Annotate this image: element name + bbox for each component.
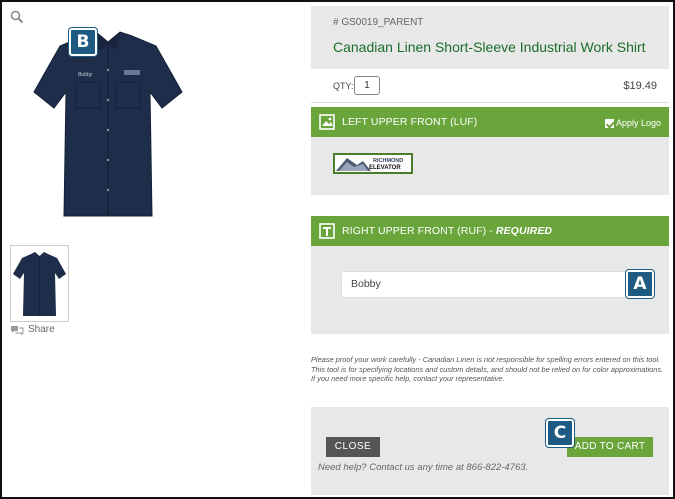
- proof-disclaimer: Please proof your work carefully - Canad…: [311, 355, 664, 383]
- luf-section: LEFT UPPER FRONT (LUF) Apply Logo: [311, 107, 669, 195]
- product-title: Canadian Linen Short-Sleeve Industrial W…: [333, 39, 646, 55]
- svg-text:ELEVATOR: ELEVATOR: [369, 165, 401, 171]
- svg-text:Bobby: Bobby: [78, 72, 93, 78]
- apply-logo-label: Apply Logo: [615, 118, 661, 128]
- company-logo-image: RICHMOND ELEVATOR: [335, 155, 411, 172]
- checkbox-checked-icon: [604, 118, 614, 128]
- ruf-header: RIGHT UPPER FRONT (RUF) - REQUIRED: [311, 216, 669, 246]
- qty-label: QTY:: [333, 81, 354, 91]
- product-thumbnail[interactable]: [10, 245, 69, 322]
- product-main-image: Bobby: [33, 31, 183, 217]
- richmond-elevator-logo: RICHMOND ELEVATOR: [333, 153, 413, 174]
- ruf-label: RIGHT UPPER FRONT (RUF) - REQUIRED: [342, 225, 553, 237]
- callout-badge-a: A: [626, 270, 654, 298]
- luf-label: LEFT UPPER FRONT (LUF): [342, 116, 478, 128]
- zoom-icon[interactable]: [10, 10, 24, 24]
- shirt-thumbnail-image: [13, 252, 66, 316]
- help-text: Need help? Contact us any time at 866-82…: [318, 462, 529, 473]
- close-button[interactable]: CLOSE: [326, 437, 380, 457]
- share-label: Share: [28, 324, 55, 335]
- luf-header: LEFT UPPER FRONT (LUF) Apply Logo: [311, 107, 669, 137]
- product-price: $19.49: [623, 80, 657, 92]
- product-header: [311, 6, 669, 69]
- callout-badge-c: C: [546, 419, 574, 447]
- apply-logo-checkbox[interactable]: Apply Logo: [604, 118, 661, 128]
- share-link[interactable]: Share: [10, 324, 55, 335]
- callout-badge-b: B: [69, 28, 97, 56]
- svg-text:RICHMOND: RICHMOND: [373, 158, 403, 164]
- qty-input[interactable]: 1: [354, 76, 380, 95]
- share-icon: [11, 325, 24, 335]
- text-icon: [319, 223, 335, 239]
- product-sku: # GS0019_PARENT: [333, 17, 424, 28]
- image-icon: [319, 114, 335, 130]
- add-to-cart-button[interactable]: ADD TO CART: [567, 437, 653, 457]
- ruf-text-input[interactable]: Bobby: [341, 271, 627, 298]
- product-customizer-window: Bobby B Share # GS0019_PARENT Canadian L…: [0, 0, 675, 499]
